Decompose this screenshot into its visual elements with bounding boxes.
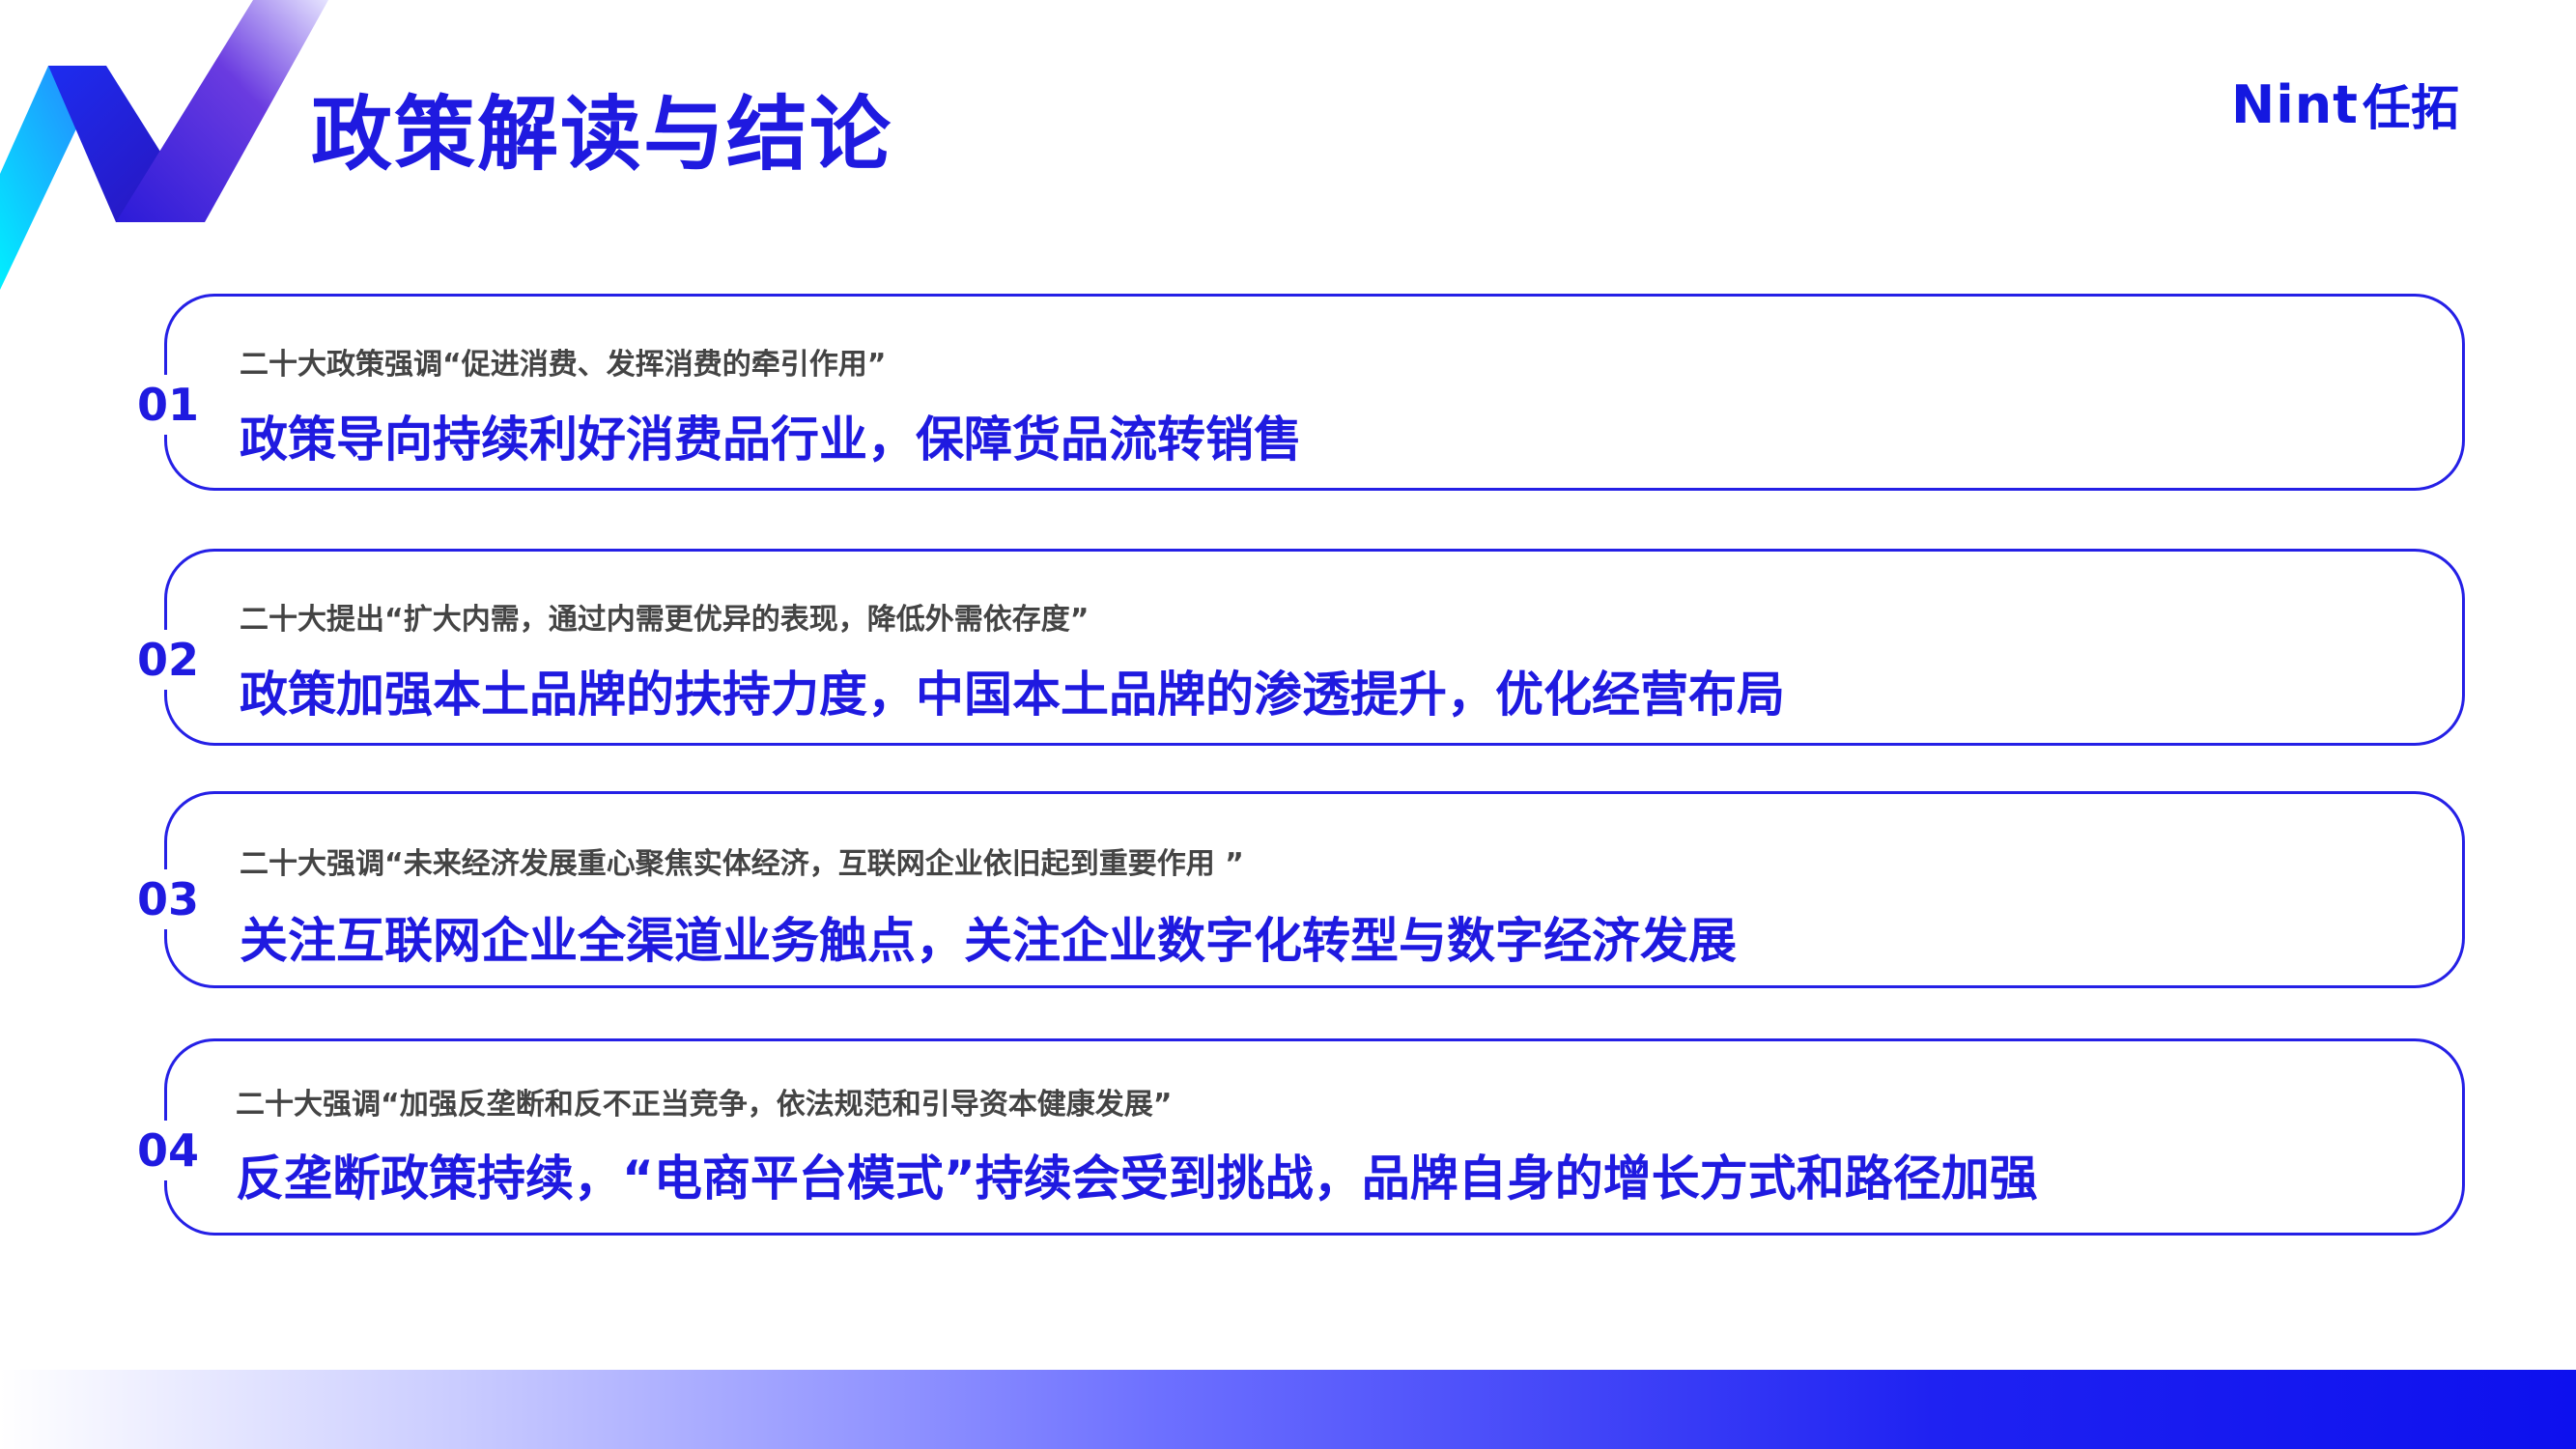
card-number-3: 03 bbox=[137, 869, 253, 929]
bottom-gradient-bar bbox=[0, 1370, 2576, 1449]
brand-logo: Nint任拓 bbox=[2231, 70, 2459, 137]
card-subtitle-3: 二十大强调“未来经济发展重心聚焦实体经济，互联网企业依旧起到重要作用 ” bbox=[240, 847, 1244, 881]
card-main-4: 反垄断政策持续，“电商平台模式”持续会受到挑战，品牌自身的增长方式和路径加强 bbox=[236, 1151, 2038, 1207]
card-main-1: 政策导向持续利好消费品行业，保障货品流转销售 bbox=[240, 412, 1302, 468]
brand-logo-cjk: 任拓 bbox=[2362, 80, 2459, 136]
corner-logo-graphic bbox=[0, 0, 328, 290]
page-title: 政策解读与结论 bbox=[311, 87, 893, 182]
card-subtitle-2: 二十大提出“扩大内需，通过内需更优异的表现，降低外需依存度” bbox=[240, 603, 1090, 637]
card-subtitle-4: 二十大强调“加强反垄断和反不正当竞争，依法规范和引导资本健康发展” bbox=[236, 1088, 1173, 1122]
card-number-2: 02 bbox=[137, 630, 253, 690]
card-main-2: 政策加强本土品牌的扶持力度，中国本土品牌的渗透提升，优化经营布局 bbox=[240, 667, 1785, 723]
card-subtitle-1: 二十大政策强调“促进消费、发挥消费的牵引作用” bbox=[240, 348, 887, 382]
card-main-3: 关注互联网企业全渠道业务触点，关注企业数字化转型与数字经济发展 bbox=[240, 913, 1737, 969]
brand-logo-latin: Nint bbox=[2231, 73, 2359, 135]
card-number-1: 01 bbox=[137, 375, 253, 435]
